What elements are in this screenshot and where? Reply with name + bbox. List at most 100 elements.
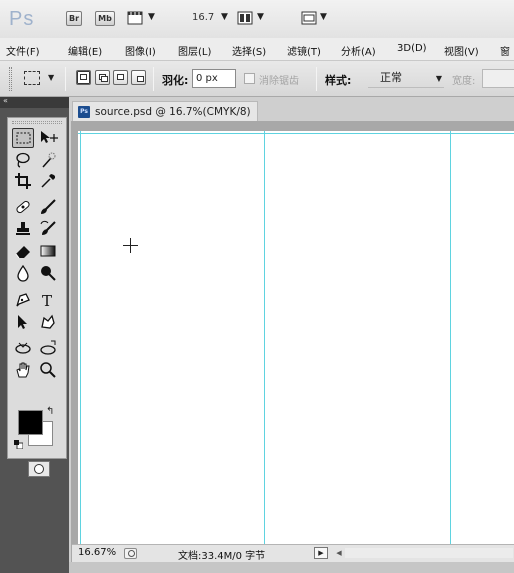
quick-selection-tool[interactable] — [37, 150, 59, 170]
zoom-preview-icon[interactable] — [124, 548, 137, 559]
status-menu-arrow-icon[interactable]: ▶ — [314, 547, 328, 559]
style-select[interactable]: 正常 ▼ — [368, 69, 444, 88]
collapse-icon[interactable]: « — [3, 96, 8, 105]
menu-select[interactable]: 选择(S) — [232, 43, 266, 58]
tools-panel-header[interactable]: « — [0, 96, 69, 108]
menu-analysis[interactable]: 分析(A) — [341, 43, 376, 58]
tools-panel: « T ↰ — [0, 96, 69, 573]
3d-orbit-tool[interactable] — [37, 338, 59, 358]
width-label: 宽度: — [452, 76, 476, 87]
scroll-left-icon[interactable]: ◀ — [333, 547, 345, 559]
history-brush-icon — [40, 220, 56, 235]
type-tool[interactable]: T — [37, 290, 59, 310]
custom-shape-tool[interactable] — [37, 312, 59, 332]
menu-filter[interactable]: 滤镜(T) — [287, 43, 321, 58]
quick-mask-button[interactable] — [28, 461, 50, 477]
antialias-checkbox[interactable] — [244, 73, 255, 84]
menu-file[interactable]: 文件(F) — [6, 43, 40, 58]
clone-stamp-tool[interactable] — [12, 219, 34, 239]
move-tool[interactable] — [37, 128, 59, 148]
menu-bar: 文件(F) 编辑(E) 图像(I) 图层(L) 选择(S) 滤镜(T) 分析(A… — [0, 38, 514, 61]
bandage-icon — [16, 200, 30, 214]
style-value: 正常 — [380, 71, 402, 84]
zoom-tool[interactable] — [37, 360, 59, 380]
eraser-icon — [15, 246, 30, 259]
zoom-dropdown-icon[interactable]: ▼ — [221, 12, 228, 22]
guide-vertical[interactable] — [80, 131, 81, 557]
options-separator — [153, 67, 154, 91]
spot-healing-brush-tool[interactable] — [12, 197, 34, 217]
launch-minibridge-button[interactable]: Mb — [95, 11, 115, 26]
magic-wand-icon — [42, 152, 56, 168]
foreground-color-swatch[interactable] — [18, 410, 43, 435]
swap-colors-icon[interactable]: ↰ — [46, 406, 54, 417]
crop-tool[interactable] — [12, 171, 34, 191]
gradient-tool[interactable] — [37, 241, 59, 261]
subtract-from-selection-button[interactable] — [113, 70, 128, 85]
arrow-icon — [18, 315, 27, 329]
tools-grip[interactable] — [12, 121, 62, 124]
dodge-icon — [41, 266, 56, 281]
path-selection-tool[interactable] — [12, 312, 34, 332]
launch-bridge-button[interactable]: Br — [66, 11, 82, 26]
blur-tool[interactable] — [12, 263, 34, 283]
pen-tool[interactable] — [12, 290, 34, 310]
eyedropper-tool[interactable] — [37, 171, 59, 191]
type-icon: T — [42, 292, 52, 309]
photoshop-document-icon: Ps — [78, 105, 90, 118]
status-zoom-field[interactable]: 16.67% — [78, 547, 116, 558]
eyedropper-icon — [41, 174, 56, 188]
antialias-label: 消除锯齿 — [259, 76, 299, 87]
default-colors-icon[interactable] — [14, 439, 24, 450]
arrange-documents-icon[interactable] — [237, 11, 253, 28]
tool-preset-picker[interactable] — [24, 71, 40, 85]
canvas-area[interactable] — [71, 121, 514, 569]
view-extras-icon[interactable] — [127, 11, 143, 28]
view-extras-dropdown-icon[interactable]: ▼ — [148, 12, 155, 22]
3d-rotate-icon — [15, 342, 31, 354]
tools-palette: T ↰ — [7, 117, 67, 477]
menu-image[interactable]: 图像(I) — [125, 43, 156, 58]
screen-mode-dropdown-icon[interactable]: ▼ — [320, 12, 327, 22]
document-title: source.psd @ 16.7%(CMYK/8) — [95, 105, 251, 118]
menu-3d[interactable]: 3D(D) — [397, 43, 427, 54]
add-to-selection-button[interactable] — [95, 70, 110, 85]
horizontal-scrollbar[interactable] — [345, 548, 513, 558]
brush-icon — [41, 199, 56, 214]
lasso-icon — [16, 152, 30, 168]
arrange-dropdown-icon[interactable]: ▼ — [257, 12, 264, 22]
dodge-tool[interactable] — [37, 263, 59, 283]
guide-vertical[interactable] — [450, 131, 451, 557]
intersect-selection-button[interactable] — [131, 70, 146, 85]
width-input[interactable] — [482, 69, 514, 88]
history-brush-tool[interactable] — [37, 219, 59, 239]
brush-tool[interactable] — [37, 197, 59, 217]
options-bar-grip[interactable] — [9, 67, 12, 91]
menu-view[interactable]: 视图(V) — [444, 43, 479, 58]
lasso-tool[interactable] — [12, 150, 34, 170]
new-selection-button[interactable] — [76, 70, 91, 85]
hand-tool[interactable] — [12, 360, 34, 380]
rectangular-marquee-tool[interactable] — [12, 128, 34, 148]
document-tab[interactable]: Ps source.psd @ 16.7%(CMYK/8) — [72, 101, 258, 121]
hand-icon — [16, 362, 30, 378]
menu-window[interactable]: 窗 — [500, 43, 510, 58]
svg-text:T: T — [42, 292, 52, 309]
3d-rotate-tool[interactable] — [12, 338, 34, 358]
menu-edit[interactable]: 编辑(E) — [68, 43, 102, 58]
guide-horizontal[interactable] — [78, 133, 514, 134]
intersect-selection-icon — [137, 76, 144, 82]
tool-preset-dropdown-icon[interactable]: ▼ — [48, 73, 54, 82]
menu-layer[interactable]: 图层(L) — [178, 43, 211, 58]
crop-icon — [15, 173, 31, 189]
stamp-icon — [16, 222, 30, 235]
screen-mode-icon[interactable] — [301, 11, 317, 28]
feather-input[interactable]: 0 px — [192, 69, 236, 88]
zoom-level-field[interactable]: 16.7 — [192, 12, 214, 23]
guide-vertical[interactable] — [264, 131, 265, 557]
style-label: 样式: — [325, 74, 352, 87]
options-separator — [316, 67, 317, 91]
move-icon — [41, 131, 58, 143]
document-canvas[interactable] — [78, 131, 514, 557]
eraser-tool[interactable] — [12, 241, 34, 261]
